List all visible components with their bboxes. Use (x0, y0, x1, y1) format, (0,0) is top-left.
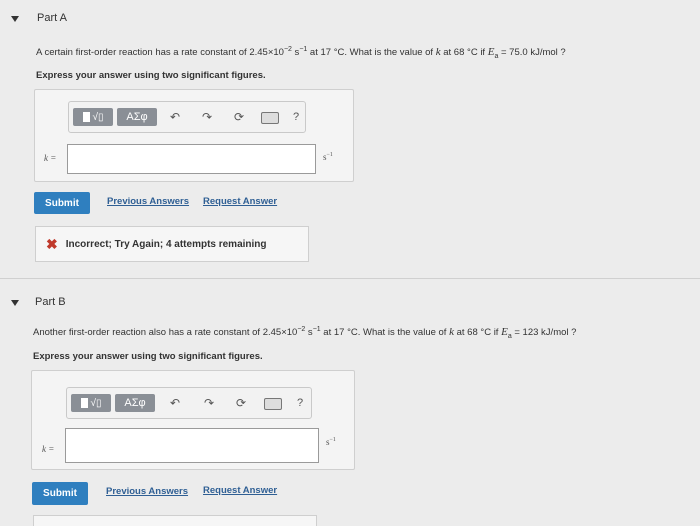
greek-symbols-button[interactable]: ΑΣφ (117, 108, 157, 126)
part-b-math-toolbar: √▯ ΑΣφ ↶ ↷ ⟳ ? (66, 387, 312, 419)
part-b-question: Another first-order reaction also has a … (33, 326, 577, 341)
template-sqrt-icon[interactable]: √▯ (71, 394, 111, 412)
part-b-request-answer-link[interactable]: Request Answer (203, 485, 277, 496)
greek-symbols-button[interactable]: ΑΣφ (115, 394, 155, 412)
part-a-question: A certain first-order reaction has a rat… (36, 46, 566, 61)
part-b-k-label: k = (42, 444, 55, 454)
part-b-title[interactable]: Part B (35, 296, 66, 308)
undo-icon[interactable]: ↶ (168, 110, 182, 124)
part-b-answer-panel: √▯ ΑΣφ ↶ ↷ ⟳ ? k = s−1 (31, 370, 355, 470)
section-divider (0, 278, 700, 279)
part-a-answer-panel: √▯ ΑΣφ ↶ ↷ ⟳ ? k = s−1 (34, 89, 354, 182)
part-a-answer-input[interactable] (67, 144, 316, 174)
part-a-title[interactable]: Part A (37, 12, 67, 24)
help-button[interactable]: ? (289, 110, 303, 124)
undo-icon[interactable]: ↶ (168, 396, 182, 410)
keyboard-icon[interactable] (264, 398, 282, 410)
collapse-part-b-caret-icon[interactable] (11, 300, 19, 306)
part-b-previous-answers-link[interactable]: Previous Answers (106, 486, 188, 497)
help-button[interactable]: ? (293, 396, 307, 410)
part-a-k-label: k = (44, 153, 57, 163)
keyboard-icon[interactable] (261, 112, 279, 124)
collapse-part-a-caret-icon[interactable] (11, 16, 19, 22)
reset-icon[interactable]: ⟳ (232, 110, 246, 124)
template-sqrt-icon[interactable]: √▯ (73, 108, 113, 126)
part-a-request-answer-link[interactable]: Request Answer (203, 196, 277, 207)
x-mark-icon: ✖ (46, 235, 58, 252)
part-b-unit: s−1 (326, 437, 336, 447)
part-a-previous-answers-link[interactable]: Previous Answers (107, 196, 189, 207)
part-b-answer-input[interactable] (65, 428, 319, 463)
part-a-instruction: Express your answer using two significan… (36, 70, 266, 81)
part-b-feedback-box-partial (33, 515, 317, 526)
part-a-feedback-text: Incorrect; Try Again; 4 attempts remaini… (65, 238, 267, 250)
part-b-instruction: Express your answer using two significan… (33, 351, 263, 362)
redo-icon[interactable]: ↷ (202, 396, 216, 410)
part-a-unit: s−1 (323, 152, 333, 162)
part-a-math-toolbar: √▯ ΑΣφ ↶ ↷ ⟳ ? (68, 101, 306, 133)
part-a-feedback-box: ✖ Incorrect; Try Again; 4 attempts remai… (35, 226, 309, 262)
redo-icon[interactable]: ↷ (200, 110, 214, 124)
reset-icon[interactable]: ⟳ (234, 396, 248, 410)
part-b-submit-button[interactable]: Submit (32, 482, 88, 505)
part-a-submit-button[interactable]: Submit (34, 192, 90, 214)
